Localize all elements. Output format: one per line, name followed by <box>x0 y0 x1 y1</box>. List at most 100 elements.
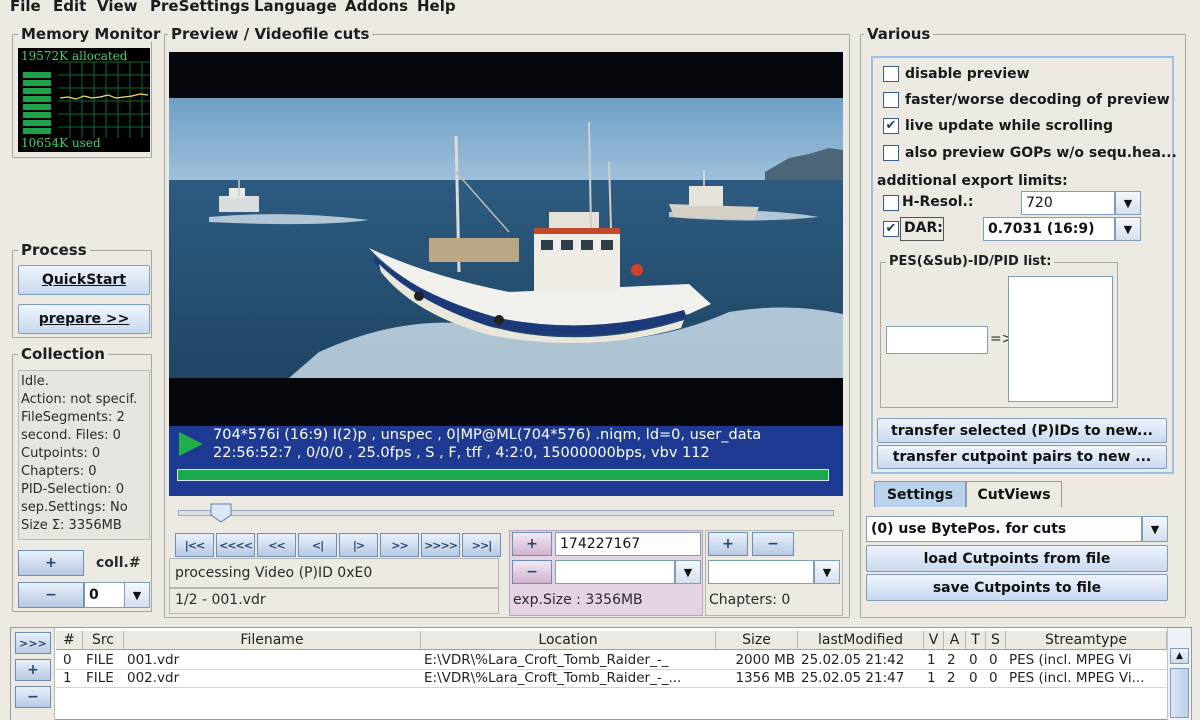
table-add-button[interactable]: + <box>15 659 51 681</box>
menu-addons[interactable]: Addons <box>345 0 408 15</box>
position-slider-track[interactable] <box>178 510 834 516</box>
chapter-dropdown-button[interactable]: ▼ <box>814 560 840 584</box>
column-header-streamtype[interactable]: Streamtype <box>1006 631 1167 650</box>
nav-prev-cut-button[interactable]: <| <box>298 533 337 557</box>
dar-select[interactable]: 0.7031 (16:9) <box>983 217 1115 241</box>
load-cutpoints-button[interactable]: load Cutpoints from file <box>866 545 1168 572</box>
table-cell: E:\VDR\%Lara_Croft_Tomb_Raider_-_... <box>424 670 682 686</box>
cut-mode-dropdown-button[interactable]: ▼ <box>1142 516 1168 542</box>
cutpoint-value-field[interactable]: 174227167 <box>555 532 701 556</box>
column-header-src[interactable]: Src <box>83 631 124 650</box>
nav-back-button[interactable]: << <box>257 533 296 557</box>
table-cell: FILE <box>86 652 114 668</box>
processing-label: processing Video (P)ID 0xE0 <box>175 565 373 581</box>
disable-preview-checkbox[interactable] <box>883 66 899 82</box>
transfer-cutpoints-button[interactable]: transfer cutpoint pairs to new ... <box>877 445 1167 469</box>
nav-fast-back-button[interactable]: <<<< <box>216 533 255 557</box>
cutpoint-list-select[interactable] <box>555 560 675 584</box>
remove-collection-button[interactable]: − <box>18 582 84 608</box>
exp-size-label: exp.Size : 3356MB <box>513 592 643 608</box>
collection-status-line: Idle. <box>21 374 49 389</box>
cut-mode-select[interactable]: (0) use BytePos. for cuts <box>866 516 1142 542</box>
menu-presettings[interactable]: PreSettings <box>150 0 249 15</box>
menu-edit[interactable]: Edit <box>53 0 86 15</box>
transfer-pids-button[interactable]: transfer selected (P)IDs to new... <box>877 418 1167 443</box>
plus-icon: + <box>45 555 57 571</box>
minus-icon: − <box>45 587 57 603</box>
table-cell: FILE <box>86 670 114 686</box>
add-collection-button[interactable]: + <box>18 550 84 576</box>
faster-decoding-checkbox[interactable] <box>883 92 899 108</box>
file-index-label: 1/2 - 001.vdr <box>175 592 266 608</box>
nav-forward-button[interactable]: >> <box>380 533 419 557</box>
menu-file[interactable]: File <box>10 0 41 15</box>
save-cutpoints-button[interactable]: save Cutpoints to file <box>866 574 1168 601</box>
prepare-button[interactable]: prepare >> <box>18 304 150 334</box>
video-frame-image <box>169 98 843 378</box>
menu-help[interactable]: Help <box>417 0 456 15</box>
column-header-v[interactable]: V <box>924 631 944 650</box>
tab-settings[interactable]: Settings <box>874 481 966 507</box>
pes-id-list[interactable] <box>1008 276 1113 402</box>
nav-first-button[interactable]: |<< <box>175 533 214 557</box>
remove-cutpoint-button[interactable]: − <box>512 560 552 584</box>
chapter-list-select[interactable] <box>708 560 814 584</box>
column-header-size[interactable]: Size <box>716 631 798 650</box>
video-info-line-2: 22:56:52:7 , 0/0/0 , 25.0fps , S , F, tf… <box>213 445 710 461</box>
table-cell: 0 <box>63 652 72 668</box>
memory-used: 10654K used <box>21 136 101 150</box>
preview-gops-checkbox[interactable] <box>883 145 899 161</box>
column-header-s[interactable]: S <box>986 631 1006 650</box>
column-header-index[interactable]: # <box>56 631 83 650</box>
collection-status-line: Size Σ: 3356MB <box>21 518 122 533</box>
table-remove-button[interactable]: − <box>15 686 51 708</box>
table-expand-button[interactable]: >>> <box>15 632 51 654</box>
position-slider-thumb[interactable] <box>210 503 232 523</box>
hresol-checkbox[interactable] <box>883 195 899 211</box>
collection-dropdown-button[interactable]: ▼ <box>124 582 150 608</box>
various-title: Various <box>864 26 934 42</box>
live-update-checkbox[interactable]: ✔ <box>883 118 899 134</box>
scrollbar-thumb[interactable] <box>1170 668 1189 718</box>
table-cell: 0 <box>989 652 998 668</box>
collection-status-line: Action: not specif. <box>21 392 138 407</box>
nav-last-button[interactable]: >>| <box>462 533 501 557</box>
column-header-location[interactable]: Location <box>421 631 716 650</box>
table-cell[interactable]: 001.vdr <box>124 651 421 669</box>
add-cutpoint-button[interactable]: + <box>512 532 552 556</box>
dar-dropdown-button[interactable]: ▼ <box>1115 217 1141 241</box>
chevron-down-icon: ▼ <box>822 565 832 579</box>
minus-icon: − <box>767 536 779 552</box>
pes-id-input[interactable] <box>886 326 988 354</box>
hresol-select[interactable]: 720 <box>1021 191 1115 215</box>
menu-language[interactable]: Language <box>254 0 337 15</box>
column-header-filename[interactable]: Filename <box>124 631 421 650</box>
memory-allocated: 19572K allocated <box>21 49 128 63</box>
cutpoint-dropdown-button[interactable]: ▼ <box>675 560 701 584</box>
scroll-up-arrow-icon[interactable]: ▲ <box>1170 648 1189 664</box>
nav-next-cut-button[interactable]: |> <box>339 533 378 557</box>
menu-view[interactable]: View <box>97 0 138 15</box>
nav-fast-forward-button[interactable]: >>>> <box>421 533 460 557</box>
table-cell: 1356 MB <box>735 670 795 686</box>
chevron-down-icon: ▼ <box>683 565 693 579</box>
remove-chapter-button[interactable]: − <box>752 532 794 556</box>
collection-number-select[interactable]: 0 <box>84 582 126 608</box>
play-icon[interactable] <box>177 430 205 458</box>
process-title: Process <box>18 242 90 258</box>
table-cell: 2000 MB <box>735 652 795 668</box>
table-cell[interactable]: 002.vdr <box>124 669 421 687</box>
tab-cutviews[interactable]: CutViews <box>966 481 1062 507</box>
hresol-dropdown-button[interactable]: ▼ <box>1115 191 1141 215</box>
column-header-a[interactable]: A <box>944 631 966 650</box>
table-scrollbar[interactable]: ▲ <box>1167 628 1191 720</box>
column-header-lastmodified[interactable]: lastModified <box>798 631 924 650</box>
quickstart-button[interactable]: QuickStart <box>18 265 150 295</box>
export-limits-label: additional export limits: <box>877 173 1068 189</box>
faster-decoding-label: faster/worse decoding of preview <box>905 92 1170 108</box>
column-header-t[interactable]: T <box>966 631 986 650</box>
dar-checkbox[interactable]: ✔ <box>883 221 899 237</box>
add-chapter-button[interactable]: + <box>708 532 748 556</box>
memory-monitor-title: Memory Monitor <box>18 26 164 42</box>
plus-icon: + <box>722 536 734 552</box>
